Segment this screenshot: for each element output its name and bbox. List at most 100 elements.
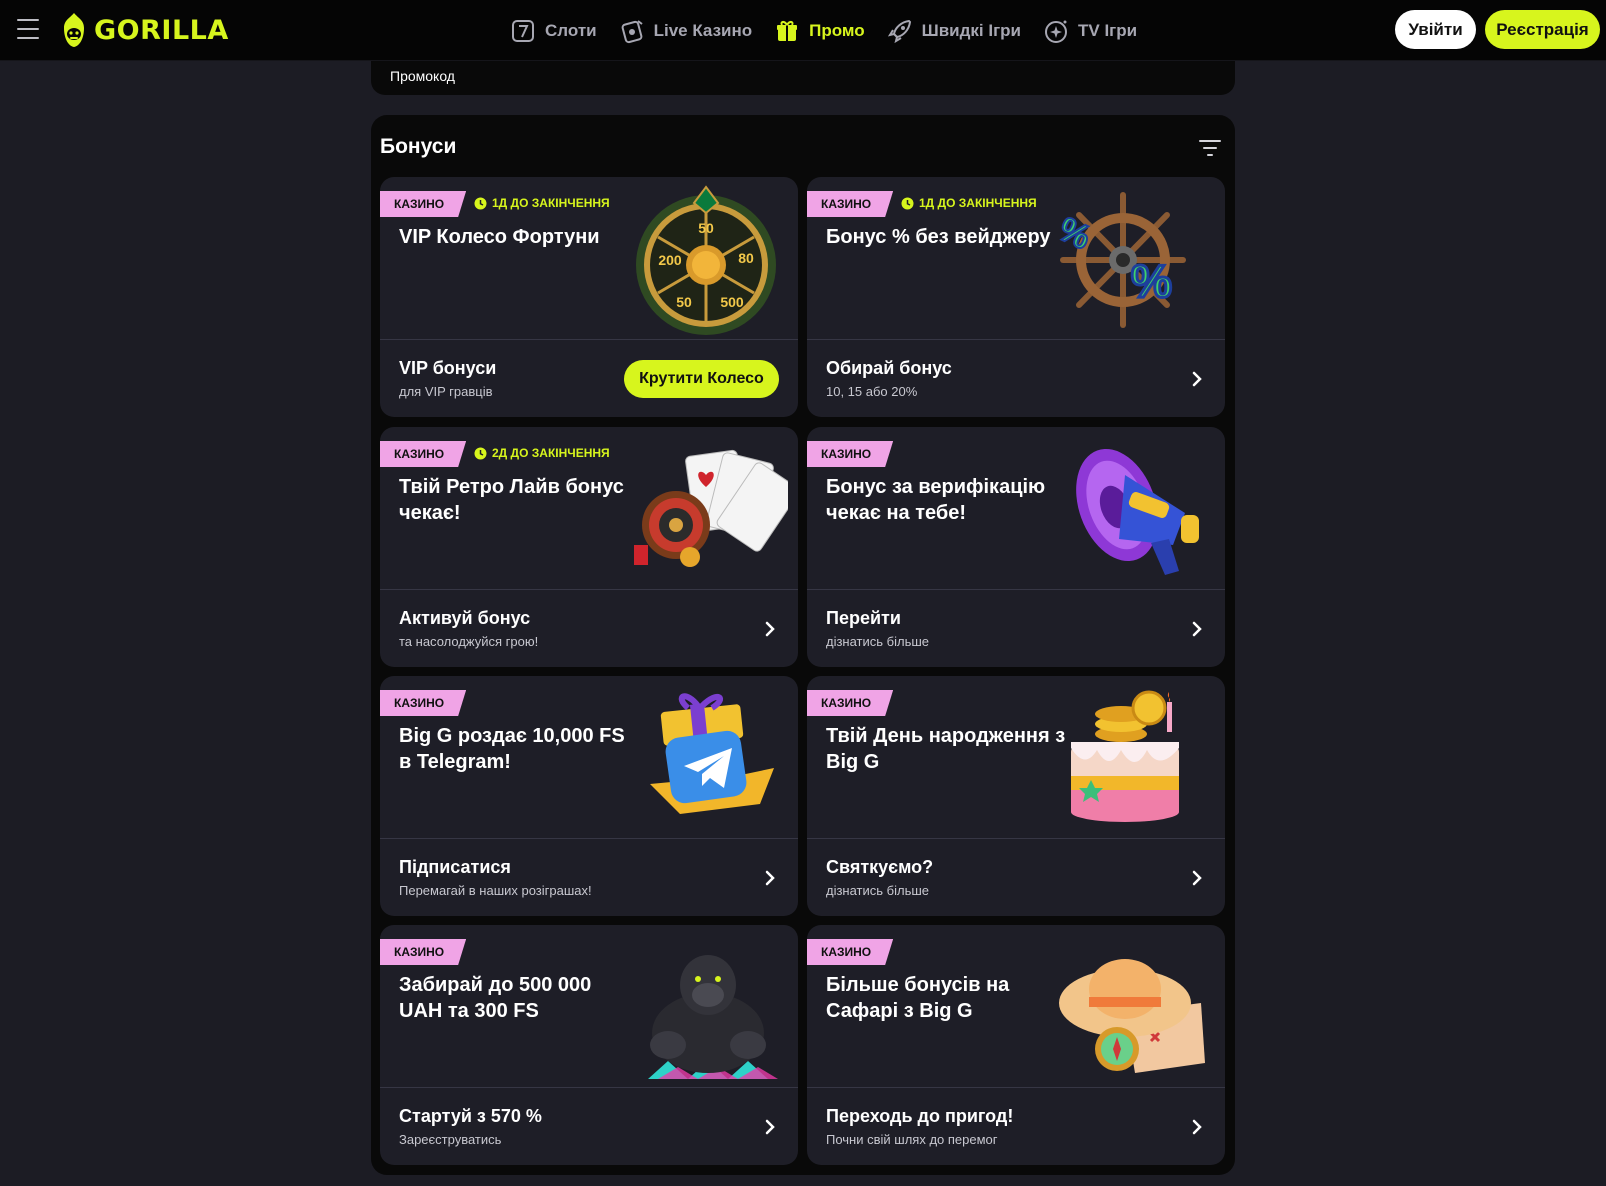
birthday-cake-icon <box>1071 690 1179 822</box>
filter-icon[interactable] <box>1199 139 1221 157</box>
chevron-right-icon[interactable] <box>1191 1118 1203 1136</box>
chevron-right-icon[interactable] <box>1191 869 1203 887</box>
gorilla-mascot-icon <box>648 955 778 1079</box>
wheel-label: 80 <box>738 250 754 266</box>
menu-icon[interactable] <box>17 19 39 39</box>
casino-badge: КАЗИНО <box>380 441 466 467</box>
expiry-timer: 1Д ДО ЗАКІНЧЕННЯ <box>474 196 610 210</box>
casino-badge: КАЗИНО <box>380 939 466 965</box>
casino-badge: КАЗИНО <box>807 939 893 965</box>
nav-label: Live Казино <box>653 20 753 40</box>
login-button[interactable]: Увійти <box>1395 10 1476 49</box>
bonuses-panel: Бонуси КАЗИНО 1Д ДО ЗАКІНЧЕННЯ VIP Колес… <box>371 115 1235 1175</box>
card-subtitle: Активуй бонус <box>399 608 531 628</box>
bonuses-title: Бонуси <box>380 135 457 158</box>
card-subtext: дізнатись більше <box>826 883 930 898</box>
svg-text:%: % <box>1131 255 1172 307</box>
nav-item-tv-games[interactable]: TV Ігри <box>1043 18 1137 44</box>
wheel-label: 50 <box>676 294 692 310</box>
card-subtext: та насолоджуйся грою! <box>399 634 539 649</box>
nav-item-promo[interactable]: Промо <box>774 18 865 44</box>
card-subtitle: Перейти <box>826 608 901 628</box>
spin-wheel-button[interactable]: Крутити Колесо <box>624 360 779 398</box>
nav-label: Промо <box>809 20 865 40</box>
expiry-timer: 2Д ДО ЗАКІНЧЕННЯ <box>474 446 610 460</box>
safari-hat-map-icon <box>1059 959 1205 1073</box>
promo-code-label: Промокод <box>390 68 455 84</box>
timer-text: 1Д ДО ЗАКІНЧЕННЯ <box>492 196 610 210</box>
logo[interactable]: GORILLA <box>60 12 229 48</box>
card-subtitle: Підписатися <box>399 857 511 877</box>
nav-item-quick-games[interactable]: Швидкі Ігри <box>887 18 1021 44</box>
bonus-card-birthday[interactable]: КАЗИНО Твій День народження з Big G Свят… <box>807 676 1225 916</box>
register-button[interactable]: Реєстрація <box>1485 10 1600 49</box>
chevron-right-icon[interactable] <box>764 1118 776 1136</box>
card-subtitle: Переходь до пригод! <box>826 1106 1014 1126</box>
casino-badge: КАЗИНО <box>380 690 466 716</box>
bonus-card-no-wager[interactable]: КАЗИНО 1Д ДО ЗАКІНЧЕННЯ Бонус % без вейд… <box>807 177 1225 417</box>
card-subtext: дізнатись більше <box>826 634 930 649</box>
tv-star-icon <box>1045 20 1068 43</box>
live-chip-icon <box>621 19 643 43</box>
ship-wheel-percent-icon: % % <box>1055 192 1186 328</box>
promo-code-section[interactable]: Промокод <box>371 61 1235 95</box>
top-bar: GORILLA Слоти Live Казино Промо Швидкі І… <box>0 0 1606 61</box>
nav-label: Слоти <box>545 20 597 40</box>
roulette-cards-icon <box>634 449 788 567</box>
nav-item-live-casino[interactable]: Live Казино <box>619 18 753 44</box>
chevron-right-icon[interactable] <box>764 620 776 638</box>
card-subtext: 10, 15 або 20% <box>826 384 918 399</box>
chevron-right-icon[interactable] <box>1191 370 1203 388</box>
gorilla-flame-icon <box>64 13 84 47</box>
card-subtitle: Стартуй з 570 % <box>399 1106 542 1126</box>
card-title: Big G роздає 10,000 FS в Telegram! <box>399 725 625 773</box>
rocket-icon <box>887 19 911 43</box>
bonus-card-retro-live[interactable]: КАЗИНО 2Д ДО ЗАКІНЧЕННЯ Твій Ретро Лайв … <box>380 427 798 667</box>
card-subtext: Перемагай в наших розіграшах! <box>399 883 592 898</box>
card-title: Більше бонусів на Сафарі з Big G <box>826 974 1010 1022</box>
chevron-right-icon[interactable] <box>764 869 776 887</box>
card-title: VIP Колесо Фортуни <box>399 226 600 248</box>
bonus-card-verification[interactable]: КАЗИНО Бонус за верифікацію чекає на теб… <box>807 427 1225 667</box>
megaphone-icon <box>1076 448 1199 575</box>
wheel-label: 50 <box>698 220 714 236</box>
casino-badge: КАЗИНО <box>807 441 893 467</box>
card-title: Бонус за верифікацію чекає на тебе! <box>826 476 1046 524</box>
bonus-card-welcome[interactable]: КАЗИНО Забирай до 500 000 UAH та 300 FS … <box>380 925 798 1165</box>
svg-text:%: % <box>1055 210 1096 257</box>
casino-badge: КАЗИНО <box>380 191 466 217</box>
bonus-card-telegram[interactable]: КАЗИНО Big G роздає 10,000 FS в Telegram… <box>380 676 798 916</box>
fortune-wheel-icon: 50 80 500 50 200 <box>636 185 776 335</box>
nav-label: Швидкі Ігри <box>921 20 1022 40</box>
card-title: Забирай до 500 000 UAH та 300 FS <box>399 974 592 1022</box>
card-subtext: для VIP гравців <box>399 384 493 399</box>
casino-badge: КАЗИНО <box>807 191 893 217</box>
slot-seven-icon <box>512 19 534 42</box>
timer-text: 1Д ДО ЗАКІНЧЕННЯ <box>919 196 1037 210</box>
clock-icon <box>474 197 487 209</box>
logo-text: GORILLA <box>94 14 229 46</box>
card-subtitle: Обирай бонус <box>826 358 952 378</box>
card-subtitle: Святкуємо? <box>826 857 934 877</box>
card-title: Твій Ретро Лайв бонус чекає! <box>399 476 624 524</box>
nav-item-slots[interactable]: Слоти <box>510 18 597 44</box>
gift-icon <box>777 20 798 41</box>
wheel-label: 500 <box>720 294 744 310</box>
card-subtext: Почни свій шлях до перемог <box>826 1132 998 1147</box>
main-nav: Слоти Live Казино Промо Швидкі Ігри TV І… <box>510 0 1137 61</box>
card-subtitle: VIP бонуси <box>399 358 497 378</box>
telegram-gift-icon <box>650 693 774 814</box>
timer-text: 2Д ДО ЗАКІНЧЕННЯ <box>492 446 610 460</box>
card-subtext: Зареєструватись <box>399 1132 502 1147</box>
clock-icon <box>901 197 914 209</box>
card-title: Бонус % без вейджеру <box>826 226 1051 248</box>
casino-badge: КАЗИНО <box>807 690 893 716</box>
bonus-card-vip-wheel[interactable]: КАЗИНО 1Д ДО ЗАКІНЧЕННЯ VIP Колесо Форту… <box>380 177 798 417</box>
chevron-right-icon[interactable] <box>1191 620 1203 638</box>
bonus-card-safari[interactable]: КАЗИНО Більше бонусів на Сафарі з Big G … <box>807 925 1225 1165</box>
wheel-label: 200 <box>658 252 682 268</box>
clock-icon <box>474 447 487 459</box>
card-title: Твій День народження з Big G <box>826 725 1066 773</box>
nav-label: TV Ігри <box>1078 20 1138 40</box>
expiry-timer: 1Д ДО ЗАКІНЧЕННЯ <box>901 196 1037 210</box>
